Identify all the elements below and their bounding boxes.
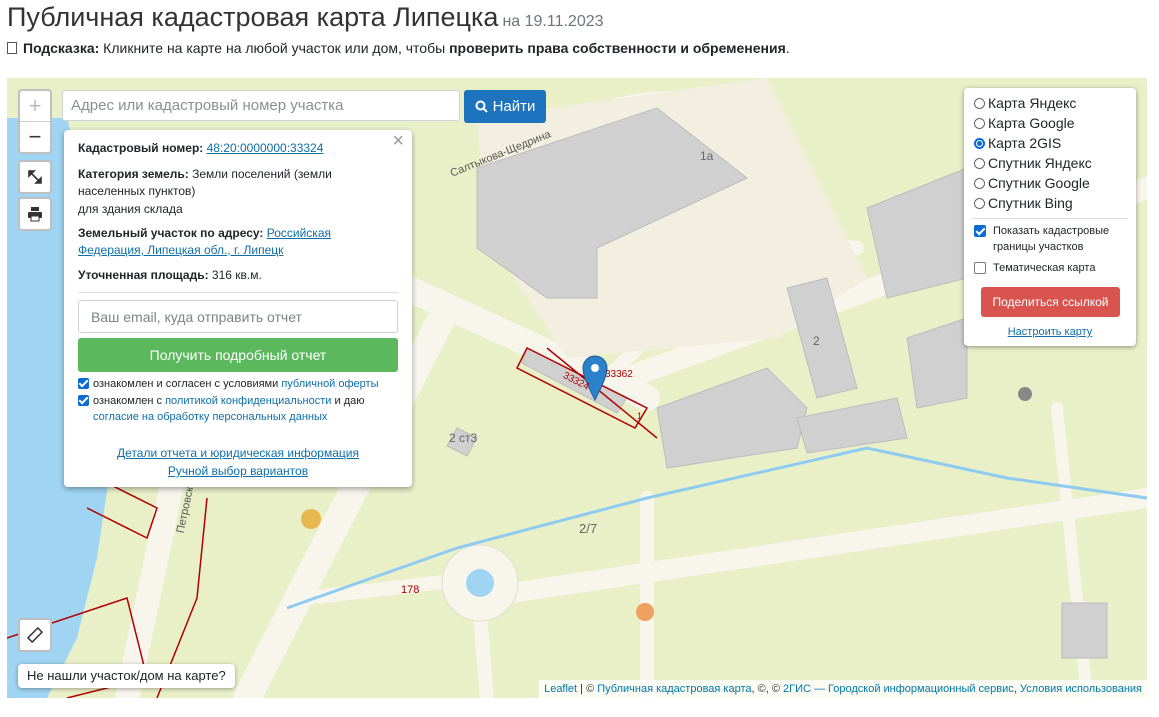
show-borders-checkbox[interactable] — [974, 225, 986, 237]
layers-divider — [972, 218, 1128, 219]
pkk-link[interactable]: Публичная кадастровая карта — [597, 683, 751, 695]
privacy-text-mid: и даю — [331, 395, 365, 407]
show-borders-label: Показать кадастровые границы участков — [993, 225, 1110, 253]
parcel-label-178: 178 — [401, 584, 420, 596]
search-icon — [475, 100, 488, 113]
parcel-popup: × Кадастровый номер: 48:20:0000000:33324… — [64, 130, 412, 487]
terms-link[interactable]: Условия использования — [1020, 683, 1142, 695]
cadastral-number-link[interactable]: 48:20:0000000:33324 — [207, 141, 324, 155]
hint-text: Кликните на карте на любой участок или д… — [99, 40, 450, 56]
privacy-link[interactable]: политикой конфиденциальности — [165, 395, 331, 407]
print-icon — [28, 207, 42, 222]
print-button[interactable] — [18, 197, 52, 231]
hint-end: . — [785, 40, 790, 56]
page-date: на 19.11.2023 — [502, 13, 604, 30]
offer-checkbox-row[interactable]: ознакомлен и согласен с условиями публич… — [78, 376, 403, 392]
layer-option-label: Спутник Google — [988, 175, 1090, 191]
privacy-checkbox-row[interactable]: ознакомлен с политикой конфиденциальност… — [78, 393, 403, 425]
fullscreen-icon — [28, 170, 42, 184]
2gis-link[interactable]: 2ГИС — Городской информационный сервис — [783, 683, 1014, 695]
layer-option-label: Спутник Яндекс — [988, 155, 1092, 171]
layer-option-2gis-map[interactable]: Карта 2GIS — [974, 133, 1061, 153]
ruler-button[interactable] — [18, 618, 52, 652]
building-label-1a: 1а — [700, 149, 714, 163]
land-category-row: Категория земель: Земли поселений (земли… — [78, 166, 398, 200]
radio-selected-icon[interactable] — [974, 137, 985, 149]
manual-select-link[interactable]: Ручной выбор вариантов — [64, 463, 412, 480]
radio-icon[interactable] — [974, 117, 985, 129]
land-category-label: Категория земель: — [78, 167, 189, 181]
map-attribution: Leaflet | © Публичная кадастровая карта,… — [539, 680, 1147, 698]
radio-icon[interactable] — [974, 197, 985, 209]
parcel-label-secondary: 33362 — [605, 369, 633, 380]
thematic-checkbox-row[interactable]: Тематическая карта — [974, 260, 1095, 276]
area-label: Уточненная площадь: — [78, 268, 209, 282]
offer-text: ознакомлен и согласен с условиями — [93, 378, 282, 390]
fullscreen-button[interactable] — [18, 160, 52, 194]
details-link[interactable]: Детали отчета и юридическая информация — [64, 445, 412, 462]
hint-bold: проверить права собственности и обремене… — [449, 40, 786, 56]
radio-icon[interactable] — [974, 97, 985, 109]
layer-option-bing-satellite[interactable]: Спутник Bing — [974, 193, 1073, 213]
thematic-label: Тематическая карта — [993, 262, 1096, 274]
attribution-sep: , ©, © — [751, 683, 783, 695]
map-area[interactable]: Салтыкова-Щедрина Петровский 1а 2 2 ст3 … — [7, 78, 1147, 698]
thematic-checkbox[interactable] — [974, 262, 986, 274]
zoom-out-button[interactable]: − — [20, 121, 50, 152]
attribution-sep: | © — [577, 683, 598, 695]
building-label-2: 2 — [813, 334, 820, 348]
leaflet-link[interactable]: Leaflet — [544, 683, 577, 695]
layer-option-yandex-satellite[interactable]: Спутник Яндекс — [974, 153, 1092, 173]
zoom-in-button[interactable]: + — [20, 91, 50, 121]
search-input[interactable] — [62, 90, 460, 121]
building-label-2-7: 2/7 — [579, 521, 598, 536]
ruler-icon — [27, 627, 43, 643]
restaurant-icon[interactable] — [636, 603, 654, 621]
purpose-text: для здания склада — [78, 202, 183, 216]
layer-option-google-map[interactable]: Карта Google — [974, 113, 1075, 133]
building-label-2st3: 2 ст3 — [449, 431, 478, 445]
show-borders-checkbox-row[interactable]: Показать кадастровые границы участков — [974, 223, 1124, 255]
area-value: 316 кв.м. — [208, 268, 262, 282]
cadastral-number-label: Кадастровый номер: — [78, 141, 204, 155]
privacy-text: ознакомлен с — [93, 395, 166, 407]
layer-option-label: Спутник Bing — [988, 195, 1073, 211]
address-label: Земельный участок по адресу: — [78, 226, 264, 240]
zoom-control: + − — [18, 89, 52, 154]
search-button[interactable]: Найти — [464, 90, 546, 123]
hint-line: Подсказка: Кликните на карте на любой уч… — [7, 39, 790, 57]
layer-option-label: Карта Google — [988, 115, 1075, 131]
email-field[interactable] — [78, 300, 398, 333]
layer-option-yandex-map[interactable]: Карта Яндекс — [974, 93, 1076, 113]
parcel-label-small: 1 — [637, 411, 643, 421]
address-row: Земельный участок по адресу: Российская … — [78, 225, 398, 259]
layers-panel: Карта Яндекс Карта Google Карта 2GIS Спу… — [964, 88, 1136, 346]
not-found-button[interactable]: Не нашли участок/дом на карте? — [18, 664, 235, 688]
layer-option-google-satellite[interactable]: Спутник Google — [974, 173, 1090, 193]
share-link-button[interactable]: Поделиться ссылкой — [981, 287, 1120, 317]
area-row: Уточненная площадь: 316 кв.м. — [78, 267, 398, 284]
offer-link[interactable]: публичной оферты — [281, 378, 378, 390]
layer-option-label: Карта Яндекс — [988, 95, 1077, 111]
radio-icon[interactable] — [974, 177, 985, 189]
privacy-checkbox[interactable] — [78, 395, 89, 406]
page-title: Публичная кадастровая карта Липецка на 19… — [7, 2, 604, 32]
hint-label: Подсказка: — [23, 40, 100, 56]
consent-link[interactable]: согласие на обработку персональных данны… — [93, 411, 327, 423]
get-report-button[interactable]: Получить подробный отчет — [78, 338, 398, 372]
layer-option-label: Карта 2GIS — [988, 135, 1062, 151]
info-icon — [7, 42, 17, 54]
poi-icon[interactable] — [1018, 387, 1032, 401]
cadastral-number-row: Кадастровый номер: 48:20:0000000:33324 — [78, 140, 398, 157]
search-button-label: Найти — [492, 98, 536, 115]
popup-divider — [78, 292, 398, 293]
metro-icon[interactable] — [301, 509, 321, 529]
configure-map-link[interactable]: Настроить карту — [964, 326, 1136, 338]
radio-icon[interactable] — [974, 157, 985, 169]
offer-checkbox[interactable] — [78, 378, 89, 389]
